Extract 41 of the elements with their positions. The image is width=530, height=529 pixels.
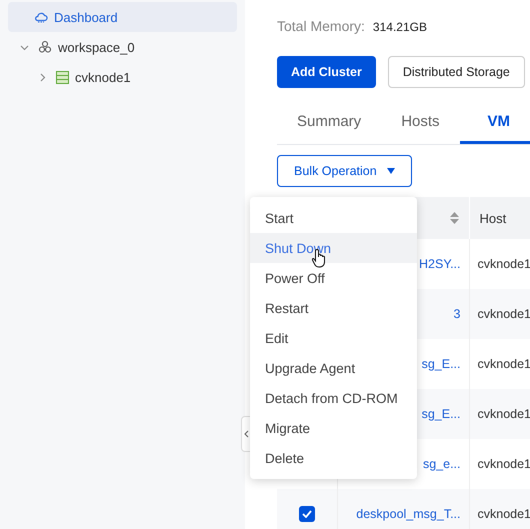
menu-item[interactable]: Upgrade Agent (250, 353, 417, 383)
menu-item[interactable]: Delete (250, 443, 417, 473)
caret-down-icon (386, 168, 395, 174)
menu-item[interactable]: Restart (250, 293, 417, 323)
menu-item[interactable]: Detach from CD-ROM (250, 383, 417, 413)
host-cell: cvknode1 (478, 307, 530, 321)
vm-name-link[interactable]: sg_E... (422, 407, 460, 421)
vm-name-link[interactable]: sg_E... (422, 357, 460, 371)
host-cell: cvknode1 (478, 457, 530, 471)
host-cell: cvknode1 (478, 507, 530, 521)
tree-item[interactable]: Dashboard (8, 2, 237, 32)
cloud-icon (34, 11, 48, 23)
summary-label: Total Memory: (277, 18, 365, 34)
host-cell: cvknode1 (478, 357, 530, 371)
chevron-right-icon[interactable] (38, 72, 47, 82)
tree-item[interactable]: workspace_0 (20, 32, 237, 62)
vm-name-link[interactable]: 3 (454, 307, 460, 321)
chevron-left-icon (244, 430, 248, 438)
menu-item[interactable]: Start (250, 203, 417, 233)
menu-item[interactable]: Edit (250, 323, 417, 353)
tab[interactable]: Hosts (381, 102, 460, 144)
secondary-button[interactable]: Distributed Storage (388, 56, 525, 88)
cluster-icon (38, 40, 52, 54)
menu-item[interactable]: Power Off (250, 263, 417, 293)
vm-name-link[interactable]: sg_e... (422, 457, 460, 471)
vm-name-link[interactable]: H2SY... (419, 257, 460, 271)
menu-item[interactable]: Migrate (250, 413, 417, 443)
sort-icon[interactable] (450, 212, 458, 224)
bulk-operation-dropdown[interactable]: Bulk Operation (277, 155, 412, 187)
host-cell: cvknode1 (478, 257, 530, 271)
check-icon (302, 510, 312, 518)
tab[interactable]: Summary (277, 102, 382, 144)
column-header: Host (469, 197, 530, 239)
tab[interactable]: VM (460, 102, 530, 144)
server-icon (56, 70, 69, 84)
chevron-down-icon[interactable] (20, 42, 29, 52)
summary-value: 314.21GB (372, 20, 427, 34)
primary-button[interactable]: Add Cluster (277, 56, 376, 88)
tree-item[interactable]: cvknode1 (38, 62, 237, 92)
checkbox[interactable] (298, 506, 315, 522)
host-cell: cvknode1 (478, 407, 530, 421)
